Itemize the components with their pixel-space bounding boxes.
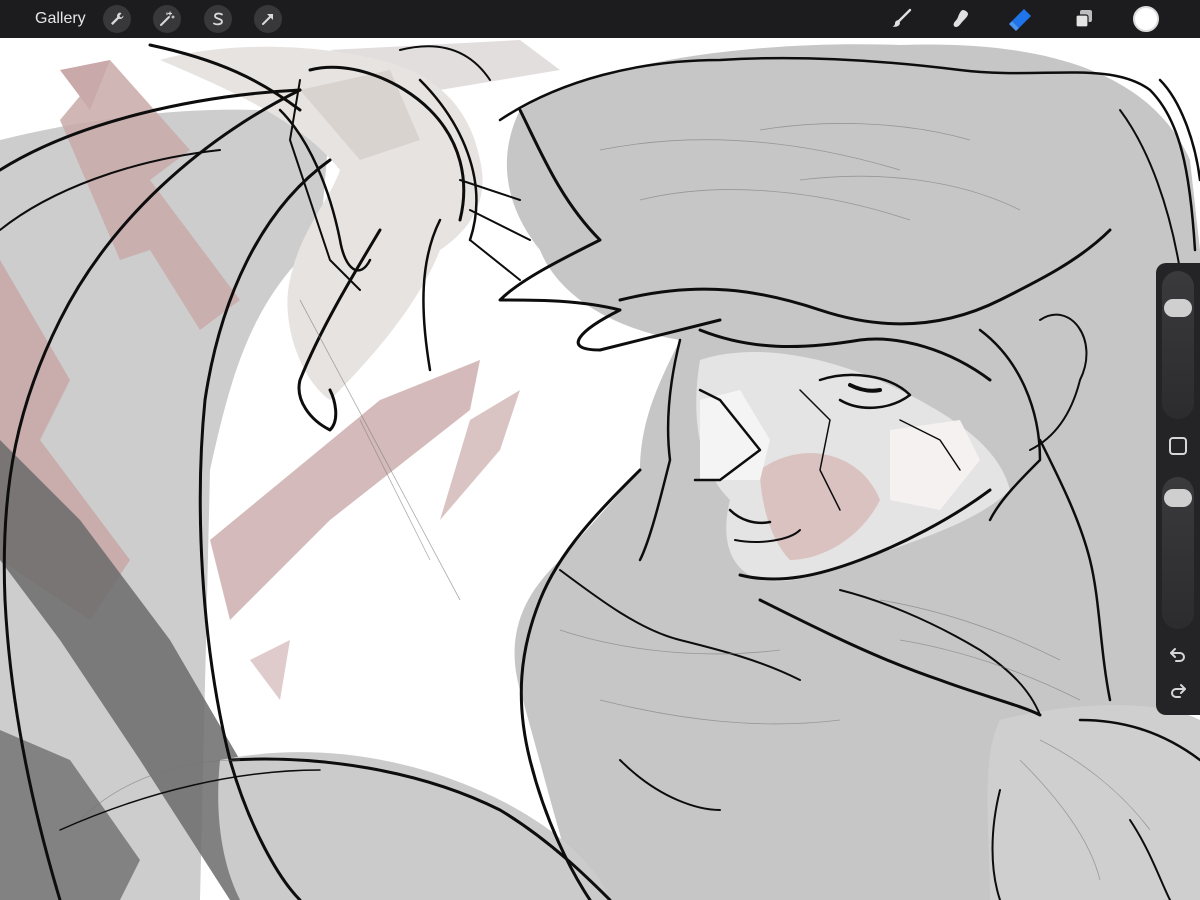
opacity-slider-thumb[interactable]: [1164, 489, 1192, 507]
color-swatch-button[interactable]: [1133, 6, 1159, 32]
undo-icon: [1170, 648, 1185, 662]
top-toolbar: Gallery: [0, 0, 1200, 38]
transform-button[interactable]: [254, 5, 282, 33]
eraser-icon: [1009, 9, 1031, 31]
redo-button[interactable]: [1166, 679, 1190, 703]
side-toolbar: [1156, 263, 1200, 715]
transform-arrow-icon: [262, 14, 273, 25]
smudge-tool-button[interactable]: [946, 4, 976, 34]
wrench-icon: [111, 12, 124, 25]
redo-icon: [1171, 684, 1186, 698]
brush-size-slider[interactable]: [1162, 271, 1194, 419]
smudge-icon: [953, 10, 968, 27]
opacity-slider[interactable]: [1162, 477, 1194, 629]
actions-button[interactable]: [103, 5, 131, 33]
brush-icon: [892, 8, 912, 27]
layers-icon: [1075, 10, 1092, 28]
layers-button[interactable]: [1069, 4, 1099, 34]
brush-size-slider-thumb[interactable]: [1164, 299, 1192, 317]
adjustments-button[interactable]: [153, 5, 181, 33]
undo-button[interactable]: [1166, 643, 1190, 667]
eraser-tool-button[interactable]: [1006, 4, 1036, 34]
magic-wand-icon: [160, 11, 175, 26]
modify-square-icon[interactable]: [1169, 437, 1187, 455]
gallery-button[interactable]: Gallery: [35, 0, 86, 38]
drawing-canvas[interactable]: [0, 38, 1200, 900]
brush-tool-button[interactable]: [887, 4, 917, 34]
selection-s-icon: [213, 12, 223, 26]
selection-button[interactable]: [204, 5, 232, 33]
sketch-artwork: [0, 40, 1200, 900]
